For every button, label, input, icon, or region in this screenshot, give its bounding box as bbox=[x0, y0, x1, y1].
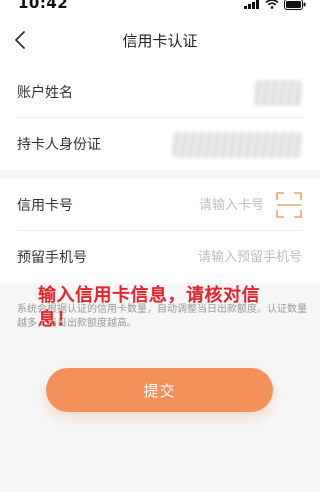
card-number-input[interactable] bbox=[114, 196, 264, 214]
scan-icon[interactable] bbox=[276, 192, 302, 218]
name-value-redacted bbox=[254, 80, 302, 106]
identity-card: 账户姓名 持卡人身份证 bbox=[0, 66, 320, 170]
overlay-annotation: 输入信用卡信息，请核对信息！ bbox=[38, 285, 260, 330]
page-title: 信用卡认证 bbox=[122, 32, 198, 50]
id-value-redacted bbox=[172, 132, 302, 158]
submit-button[interactable]: 提交 bbox=[46, 368, 273, 412]
name-row: 账户姓名 bbox=[0, 66, 320, 118]
nav-bar: 信用卡认证 bbox=[0, 14, 320, 66]
signal-icon bbox=[244, 0, 259, 9]
id-label: 持卡人身份证 bbox=[17, 137, 101, 153]
name-label: 账户姓名 bbox=[17, 85, 73, 101]
phone-row: 预留手机号 bbox=[0, 231, 320, 283]
status-time: 10:42 bbox=[18, 0, 69, 12]
status-bar: 10:42 bbox=[0, 0, 320, 14]
wifi-icon bbox=[265, 0, 279, 9]
id-row: 持卡人身份证 bbox=[0, 118, 320, 170]
battery-icon bbox=[284, 0, 306, 10]
phone-input[interactable] bbox=[132, 248, 302, 266]
phone-label: 预留手机号 bbox=[17, 250, 87, 266]
status-icons bbox=[244, 0, 306, 10]
card-form: 信用卡号 预留手机号 bbox=[0, 179, 320, 283]
card-number-label: 信用卡号 bbox=[17, 198, 73, 214]
card-number-row: 信用卡号 bbox=[0, 179, 320, 231]
